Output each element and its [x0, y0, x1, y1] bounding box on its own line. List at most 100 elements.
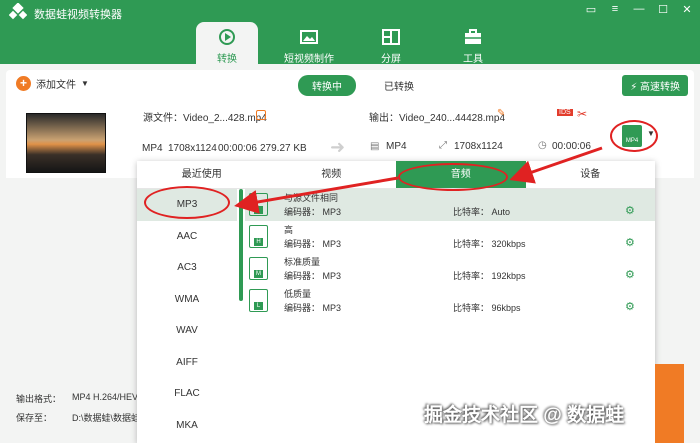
- ids-badge: IDS: [557, 109, 573, 116]
- high-speed-label: 高速转换: [640, 82, 680, 93]
- info-icon[interactable]: [256, 110, 266, 120]
- edit-icon[interactable]: ✎: [497, 108, 505, 119]
- quality-row[interactable]: L 低质量 编码器： MP3 比特率： 96kbps ⚙: [245, 285, 655, 317]
- annotation-circle-audio-tab: [398, 163, 508, 191]
- quality-name: 与源文件相同: [284, 193, 339, 203]
- toolbar: + 添加文件 ▼ 转换中 已转换 ⚡ 高速转换: [6, 70, 694, 98]
- clock-icon: ◷: [538, 140, 547, 151]
- watermark: 掘金技术社区 @ 数据蛙: [424, 405, 625, 426]
- scrollbar[interactable]: [239, 189, 243, 301]
- output-format: MP4: [386, 141, 407, 152]
- feedback-icon[interactable]: ▭: [584, 3, 598, 16]
- window-controls: ▭ ≡ — ☐ ✕: [584, 3, 694, 16]
- convert-icon: [219, 29, 235, 45]
- convert-all-button[interactable]: [655, 364, 684, 443]
- annotation-circle-format: [610, 120, 658, 152]
- output-resolution: 1708x1124: [454, 141, 503, 152]
- list-item-format[interactable]: WMA: [137, 284, 237, 316]
- close-icon[interactable]: ✕: [680, 3, 694, 16]
- nav-item-label: 转换: [217, 54, 237, 65]
- annotation-circle-mp3: [144, 186, 230, 219]
- menu-icon[interactable]: ≡: [608, 3, 622, 16]
- list-item-format[interactable]: AIFF: [137, 347, 237, 379]
- quality-bitrate: 比特率： Auto: [453, 207, 511, 217]
- quality-badge: H: [254, 238, 263, 246]
- app-logo-icon: [9, 3, 27, 20]
- nav-item-split-screen[interactable]: 分屏: [350, 22, 432, 65]
- list-item-format[interactable]: FLAC: [137, 378, 237, 410]
- resize-icon: ⤢: [439, 140, 447, 151]
- status-tabs: 转换中 已转换: [298, 75, 428, 96]
- source-resolution: 1708x1124: [168, 143, 217, 154]
- quality-bitrate: 比特率： 320kbps: [453, 239, 526, 249]
- add-file-button[interactable]: + 添加文件 ▼: [16, 76, 89, 91]
- toolbox-icon: [465, 29, 481, 44]
- quality-list: 与源文件相同 编码器： MP3 比特率： Auto ⚙ H 高 编码器： MP3…: [245, 189, 655, 317]
- list-item-format[interactable]: AC3: [137, 252, 237, 284]
- quality-name: 低质量: [284, 289, 312, 299]
- tab-device[interactable]: 设备: [526, 161, 656, 188]
- tab-converting[interactable]: 转换中: [298, 75, 356, 96]
- quality-name: 标准质量: [284, 257, 321, 267]
- list-item-format[interactable]: MKA: [137, 410, 237, 442]
- nav-item-label: 短视频制作: [284, 54, 334, 65]
- nav-item-label: 工具: [463, 54, 483, 65]
- main-nav: 转换 短视频制作 分屏 工具: [196, 22, 514, 65]
- cut-icon[interactable]: ✂: [577, 107, 587, 121]
- quality-encoder: 编码器： MP3: [284, 303, 342, 313]
- quality-name: 高: [284, 225, 294, 235]
- audio-file-icon: M: [249, 257, 268, 280]
- quality-bitrate: 比特率： 96kbps: [453, 303, 521, 313]
- save-path-field[interactable]: D:\数据蛙\数据蛙: [72, 411, 137, 424]
- nav-item-convert[interactable]: 转换: [196, 22, 258, 65]
- gear-icon[interactable]: ⚙: [625, 204, 635, 217]
- quality-badge: M: [254, 270, 263, 278]
- maximize-icon[interactable]: ☐: [656, 3, 670, 16]
- output-duration: 00:00:06: [552, 141, 591, 152]
- add-file-label: 添加文件: [36, 80, 76, 91]
- quality-encoder: 编码器： MP3: [284, 207, 342, 217]
- nav-item-tools[interactable]: 工具: [432, 22, 514, 65]
- title-bar: 数据蛙视频转换器 ▭ ≡ — ☐ ✕ 转换 短视频制作 分屏 工具: [0, 0, 700, 65]
- nav-item-short-video[interactable]: 短视频制作: [268, 22, 350, 65]
- save-to-label: 保存至：: [16, 413, 53, 423]
- plus-icon: +: [16, 76, 31, 91]
- quality-row[interactable]: H 高 编码器： MP3 比特率： 320kbps ⚙: [245, 221, 655, 253]
- source-format: MP4: [142, 143, 163, 154]
- tab-converted[interactable]: 已转换: [370, 75, 428, 96]
- gear-icon[interactable]: ⚙: [625, 268, 635, 281]
- gear-icon[interactable]: ⚙: [625, 300, 635, 313]
- source-duration: 00:00:06: [218, 143, 257, 154]
- audio-file-icon: [249, 193, 268, 216]
- lightning-icon: ⚡: [630, 82, 638, 93]
- chevron-down-icon: ▼: [81, 79, 89, 88]
- quality-encoder: 编码器： MP3: [284, 239, 342, 249]
- quality-badge: [254, 206, 263, 214]
- output-filename: 输出：Video_240...44428.mp4: [369, 113, 506, 124]
- gear-icon[interactable]: ⚙: [625, 236, 635, 249]
- app-title: 数据蛙视频转换器: [34, 9, 122, 21]
- tab-video[interactable]: 视频: [267, 161, 397, 188]
- list-item-format[interactable]: WAV: [137, 315, 237, 347]
- film-icon: ▤: [370, 141, 380, 152]
- quality-bitrate: 比特率： 192kbps: [453, 271, 526, 281]
- audio-file-icon: H: [249, 225, 268, 248]
- quality-row[interactable]: M 标准质量 编码器： MP3 比特率： 192kbps ⚙: [245, 253, 655, 285]
- arrow-right-icon: ➜: [330, 137, 346, 157]
- audio-file-icon: L: [249, 289, 268, 312]
- quality-badge: L: [254, 302, 263, 310]
- minimize-icon[interactable]: —: [632, 3, 646, 16]
- tab-recent[interactable]: 最近使用: [137, 161, 267, 188]
- image-icon: [300, 30, 318, 44]
- split-screen-icon: [382, 29, 400, 45]
- list-item-format[interactable]: AAC: [137, 221, 237, 253]
- output-format-select[interactable]: MP4 H.264/HEV: [72, 392, 137, 402]
- video-thumbnail[interactable]: [26, 113, 106, 173]
- quality-encoder: 编码器： MP3: [284, 271, 342, 281]
- format-list: MP3 AAC AC3 WMA WAV AIFF FLAC MKA: [137, 189, 237, 443]
- source-size: 279.27 KB: [260, 143, 307, 154]
- high-speed-button[interactable]: ⚡ 高速转换: [622, 75, 688, 96]
- format-tabs: 最近使用 视频 音频 设备: [137, 161, 655, 189]
- quality-row[interactable]: 与源文件相同 编码器： MP3 比特率： Auto ⚙: [245, 189, 655, 221]
- source-filename: 源文件：Video_2...428.mp4: [143, 113, 267, 124]
